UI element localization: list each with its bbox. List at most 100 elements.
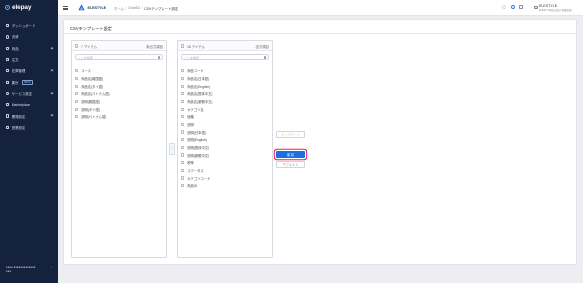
list-item[interactable]: ステータス [181, 167, 269, 175]
sidebar-item-service-settings[interactable]: サービス設定 [0, 88, 58, 99]
breadcrumb: ホーム / ChoiSO / CSVテンプレート設定 [114, 6, 178, 11]
list-item[interactable]: 説明(繁體中文) [181, 151, 269, 159]
list-item-label: 商品名(ベトナム語) [81, 92, 110, 97]
sidebar: elepay ダッシュボード 決済 商品 注文 在庫管理 集計 BETA サービ… [0, 0, 58, 283]
list-item-label: 説明 [187, 122, 194, 127]
item-checkbox[interactable] [181, 115, 185, 119]
breadcrumb-current: CSVテンプレート設定 [144, 6, 179, 11]
save-button[interactable]: 保 存 [276, 151, 305, 158]
item-checkbox[interactable] [181, 69, 185, 73]
sidebar-item-dashboard[interactable]: ダッシュボード [0, 20, 58, 31]
list-item-label: 商品名(簡体中文) [187, 92, 213, 97]
item-checkbox[interactable] [181, 107, 185, 111]
list-item[interactable]: 説明(簡体中文) [181, 144, 269, 152]
search-icon[interactable] [157, 56, 160, 59]
list-item-label: 説明(English) [187, 138, 207, 143]
help-icon[interactable] [510, 5, 515, 9]
sidebar-user-menu[interactable]: ●●●● ●●●●●●●●●●●●● ●●● › [6, 265, 52, 273]
list-item[interactable]: 説明(ベトナム語) [75, 113, 163, 121]
list-item[interactable]: 商品名(English) [181, 82, 269, 90]
list-item[interactable]: 価格 [181, 113, 269, 121]
restore-default-button[interactable]: デフォルト [276, 161, 305, 168]
list-item[interactable]: 商品名(繁體中文) [181, 98, 269, 106]
list-item-label: 商品名(日本語) [187, 76, 210, 81]
list-item[interactable]: 説明(日本語) [181, 128, 269, 136]
list-item-label: 税率 [187, 161, 194, 166]
chevron-down-icon [50, 46, 54, 50]
item-checkbox[interactable] [75, 69, 79, 73]
list-item[interactable]: 説明(韓国語) [75, 98, 163, 106]
list-item[interactable]: 説明(タイ語) [75, 105, 163, 113]
list-item[interactable]: 説明 [181, 121, 269, 129]
search-input[interactable] [78, 55, 147, 60]
transfer-button[interactable] [169, 143, 175, 155]
item-checkbox[interactable] [75, 84, 79, 88]
sidebar-item-label: 営業設定 [11, 125, 26, 130]
item-checkbox[interactable] [181, 153, 185, 157]
sidebar-item-label: ダッシュボード [11, 24, 36, 29]
list-item-label: 商品名(韓国語) [81, 76, 104, 81]
item-checkbox[interactable] [181, 176, 185, 180]
chevron-right-icon: › [51, 265, 52, 269]
elepay-logo[interactable]: elepay [5, 3, 31, 12]
list-item[interactable]: コース [75, 67, 163, 75]
breadcrumb-home[interactable]: ホーム [114, 6, 124, 11]
sidebar-item-order[interactable]: 注文 [0, 54, 58, 65]
item-checkbox[interactable] [181, 138, 185, 142]
list-item[interactable]: 商品名(簡体中文) [181, 90, 269, 98]
item-checkbox[interactable] [181, 92, 185, 96]
search-input[interactable] [184, 55, 253, 60]
list-item[interactable]: 商品ID [181, 182, 269, 190]
breadcrumb-store[interactable]: ChoiSO [128, 6, 140, 11]
sidebar-item-report[interactable]: 集計 BETA [0, 76, 58, 87]
marketplace-icon [6, 103, 10, 107]
select-all-checkbox[interactable] [75, 44, 79, 48]
item-checkbox[interactable] [181, 168, 185, 172]
update-button[interactable]: アップデート [276, 131, 305, 138]
divider [64, 33, 578, 34]
list-item[interactable]: 商品名(韓国語) [75, 75, 163, 83]
item-checkbox[interactable] [75, 92, 79, 96]
list-item-label: 説明(タイ語) [81, 107, 100, 112]
item-list: コース 商品名(韓国語) 商品名(タイ語) 商品名(ベトナム語) 説明(韓国語)… [75, 67, 163, 121]
select-all-checkbox[interactable] [181, 44, 185, 48]
sidebar-item-payment[interactable]: 決済 [0, 31, 58, 42]
sidebar-item-inventory[interactable]: 在庫管理 [0, 65, 58, 76]
menu-toggle-icon[interactable] [63, 5, 68, 10]
item-checkbox[interactable] [75, 107, 79, 111]
chevron-down-icon [50, 113, 54, 117]
settings-icon[interactable] [519, 5, 523, 9]
item-checkbox[interactable] [181, 84, 185, 88]
item-checkbox[interactable] [181, 76, 185, 81]
list-item[interactable]: 商品名(タイ語) [75, 82, 163, 90]
list-item[interactable]: カテゴリ名 [181, 105, 269, 113]
list-item-label: 説明(繁體中文) [187, 153, 210, 158]
list-item[interactable]: 税率 [181, 159, 269, 167]
sidebar-item-business-settings[interactable]: 営業設定 [0, 122, 58, 133]
sidebar-item-product[interactable]: 商品 [0, 43, 58, 54]
list-item[interactable]: 商品名(日本語) [181, 75, 269, 83]
panel-title: 出力項目 [255, 45, 269, 50]
search-icon[interactable] [263, 56, 266, 59]
page-title: CSVテンプレート設定 [70, 25, 112, 31]
item-checkbox[interactable] [181, 130, 185, 134]
list-item-label: ステータス [187, 168, 204, 173]
list-item[interactable]: 説明(English) [181, 136, 269, 144]
item-checkbox[interactable] [181, 99, 185, 104]
service-settings-icon [6, 91, 10, 96]
item-checkbox[interactable] [75, 76, 79, 81]
item-checkbox[interactable] [75, 115, 79, 119]
notification-icon[interactable] [502, 5, 506, 9]
item-checkbox[interactable] [181, 184, 185, 188]
item-checkbox[interactable] [181, 145, 185, 149]
item-checkbox[interactable] [75, 99, 79, 104]
sidebar-item-developer[interactable]: 開発設定 [0, 110, 58, 121]
sidebar-item-marketplace[interactable]: Marketplace [0, 99, 58, 110]
list-item[interactable]: 商品コード [181, 67, 269, 75]
item-checkbox[interactable] [181, 122, 185, 127]
list-item[interactable]: カテゴリコード [181, 174, 269, 182]
list-item-label: コース [81, 69, 91, 74]
list-item[interactable]: 商品名(ベトナム語) [75, 90, 163, 98]
item-checkbox[interactable] [181, 161, 185, 165]
header-icons [502, 5, 523, 9]
